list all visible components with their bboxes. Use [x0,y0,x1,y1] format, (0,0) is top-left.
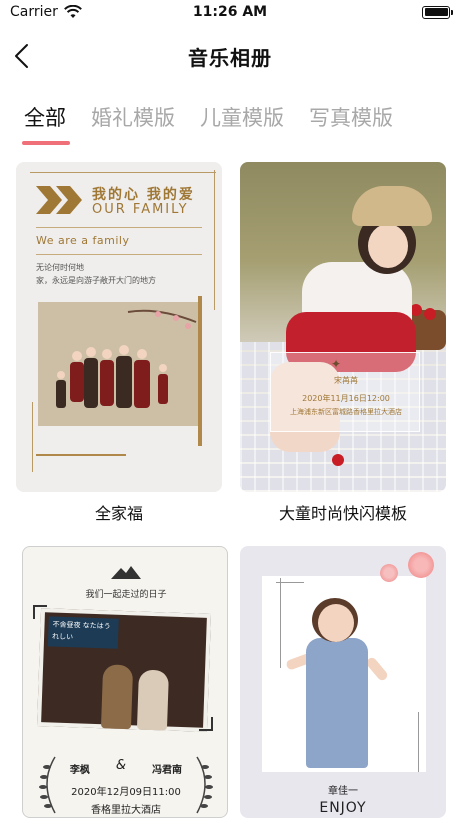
flower-decoration [408,552,434,578]
tab-wedding[interactable]: 婚礼模版 [91,102,175,132]
thumb-name: 章佳一 [328,786,358,797]
tab-portrait[interactable]: 写真模版 [309,102,393,132]
thumb-place: 上海浦东新区富城路香格里拉大酒店 [290,408,402,416]
thumb-name: 宋苒苒 [334,376,358,385]
template-card-wedding[interactable]: 我们一起走过的日子 不舍昼夜 なたはうれしい 李枫 & 冯君南 2020年12月… [22,546,228,818]
girl-overalls [306,638,368,768]
thumb-caption: ENJOY [319,800,367,816]
decor-line [280,578,281,668]
name-right: 冯君南 [152,765,183,776]
photo-frame [36,454,126,456]
chevron-right-icon [36,186,82,214]
decor-line [418,712,419,772]
divider [36,254,202,255]
thumb-text-line: 家，永远是向游子敞开大门的地方 [36,276,156,285]
thumb-header: 我们一起走过的日子 [85,590,167,600]
fruit [424,308,436,320]
thumb-date: 2020年11月16日12:00 [302,394,390,403]
status-time: 11:26 AM [192,4,268,20]
tab-children[interactable]: 儿童模版 [200,102,284,132]
photo-frame [198,296,202,446]
decor-line [32,402,33,472]
thumb-subtitle: We are a family [36,234,130,247]
flower-decoration [380,564,398,582]
template-thumbnail[interactable]: 我们一起走过的日子 不舍昼夜 なたはうれしい 李枫 & 冯君南 2020年12月… [22,546,228,818]
template-card-family[interactable]: 我的心 我的爱 OUR FAMILY We are a family 无论何时何… [16,162,222,524]
thumb-title-cn: 我的心 我的爱 [92,187,195,203]
girl-face [318,604,354,642]
active-tab-indicator [22,141,70,145]
fruit [332,454,344,466]
name-left: 李枫 [69,765,90,776]
ornament-icon: ✦ [331,357,342,371]
family-photo [38,302,198,426]
straw-hat [352,186,432,226]
template-thumbnail[interactable]: 我的心 我的爱 OUR FAMILY We are a family 无论何时何… [16,162,222,492]
template-card-portrait[interactable]: 章佳一 ENJOY [240,546,446,818]
info-overlay: ✦ 宋苒苒 2020年11月16日12:00 上海浦东新区富城路香格里拉大酒店 [270,352,420,432]
template-label[interactable]: 大童时尚快闪模板 [240,500,446,524]
tab-all[interactable]: 全部 [24,102,66,132]
ampersand: & [115,758,127,773]
thumb-text-line: 无论何时何地 [36,263,84,272]
page-title: 音乐相册 [188,45,272,70]
decor-line [30,172,216,173]
bride-figure [136,669,170,731]
template-thumbnail[interactable]: 章佳一 ENJOY [240,546,446,818]
groom-figure [100,664,134,730]
template-label[interactable]: 全家福 [16,500,222,524]
thumb-title-en: OUR FAMILY [92,202,189,217]
decor-line [214,170,215,310]
navigation-bar: 音乐相册 [0,26,460,86]
mountain-icon [111,566,141,579]
category-tabs: 全部 婚礼模版 儿童模版 写真模版 [0,96,460,152]
battery-icon [422,5,453,19]
shop-sign: 不舍昼夜 なたはうれしい [47,616,119,649]
couple-photo: 不舍昼夜 なたはうれしい [36,608,212,732]
thumb-date: 2020年12月09日11:00 [71,787,181,798]
divider [36,227,202,228]
template-card-kids-fashion[interactable]: ✦ 宋苒苒 2020年11月16日12:00 上海浦东新区富城路香格里拉大酒店 … [240,162,446,524]
child-face [368,224,408,268]
thumb-place: 香格里拉大酒店 [91,805,161,816]
template-thumbnail[interactable]: ✦ 宋苒苒 2020年11月16日12:00 上海浦东新区富城路香格里拉大酒店 [240,162,446,492]
frame-corner [199,717,213,731]
status-bar: Carrier 11:26 AM [0,0,460,24]
back-arrow-icon[interactable] [8,40,40,72]
